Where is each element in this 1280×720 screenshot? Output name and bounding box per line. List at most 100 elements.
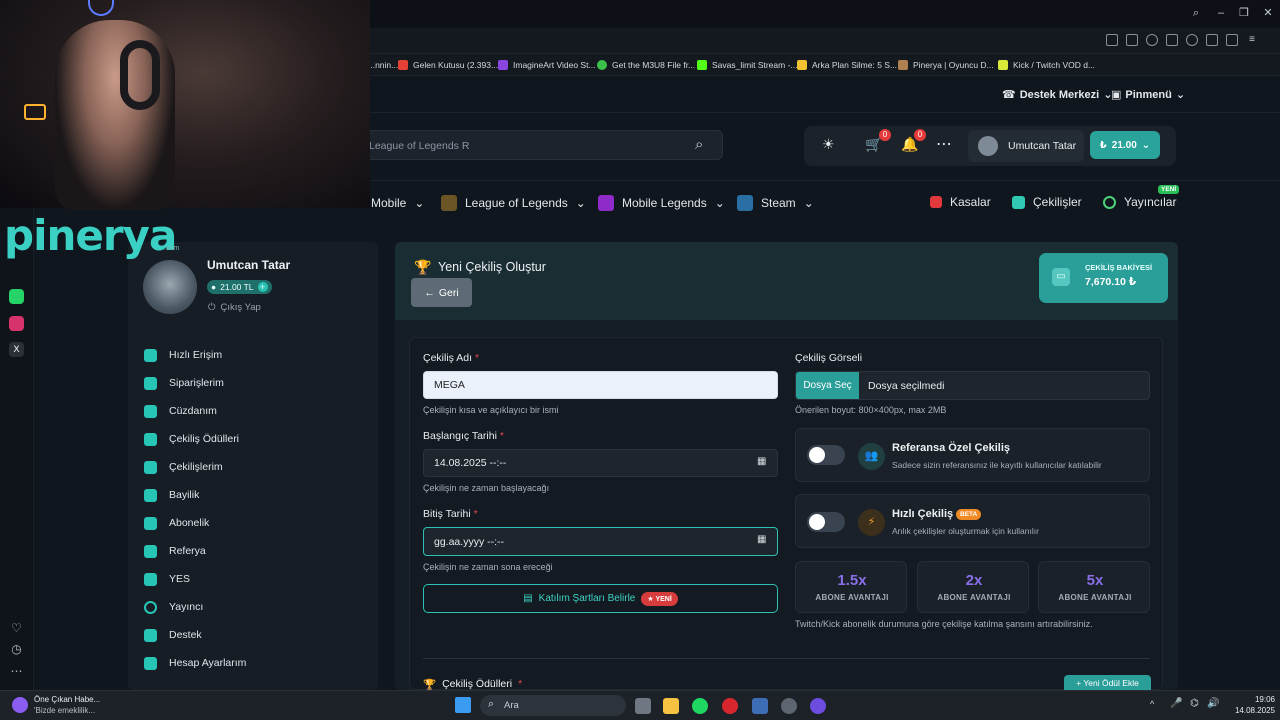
whatsapp-icon[interactable]: [9, 289, 24, 304]
user-menu[interactable]: Umutcan Tatar: [968, 130, 1084, 162]
x-icon[interactable]: X: [9, 342, 24, 357]
nav-steam[interactable]: Steam ⌄: [737, 195, 814, 211]
task-view-icon[interactable]: [635, 698, 651, 714]
bookmark-item[interactable]: Gelen Kutusu (2.393...: [398, 54, 498, 76]
sidebar-item-yes[interactable]: YES: [144, 569, 190, 589]
sidebar-item-subscription[interactable]: Abonelik: [144, 513, 209, 533]
calendar-icon[interactable]: ▦: [757, 456, 766, 467]
bookmark-item[interactable]: Arka Plan Silme: 5 S...: [797, 54, 897, 76]
nav-yayincilar[interactable]: Yayıncılar: [1103, 195, 1176, 209]
fast-raffle-toggle[interactable]: [807, 512, 845, 532]
sidebar-item-referya[interactable]: Referya: [144, 541, 206, 561]
end-date-input[interactable]: gg.aa.yyyy --:-- ▦: [423, 527, 778, 556]
download-icon[interactable]: [1206, 34, 1218, 46]
chevron-down-icon: ⌄: [414, 196, 425, 210]
broadcast-icon: [1103, 195, 1116, 209]
gmail-icon: [398, 60, 408, 70]
sidebar-item-streamer[interactable]: Yayıncı: [144, 597, 203, 617]
pinmenu-dropdown[interactable]: ▣ Pinmenü ⌄: [1111, 88, 1186, 102]
camera-icon[interactable]: [1126, 34, 1138, 46]
support-center-link[interactable]: ☎ Destek Merkezi ⌄: [1002, 88, 1112, 102]
spotify-icon[interactable]: [692, 698, 708, 714]
image-file-input[interactable]: Dosya Seç Dosya seçilmedi: [795, 371, 1150, 400]
sidebar-item-quick-access[interactable]: Hızlı Erişim: [144, 345, 222, 365]
sidebar-item-wallet[interactable]: Cüzdanım: [144, 401, 217, 421]
add-balance-button[interactable]: +: [257, 282, 268, 292]
maximize-button[interactable]: ❐: [1237, 6, 1251, 20]
nav-kasalar[interactable]: Kasalar: [930, 195, 991, 209]
menu-icon[interactable]: ≡: [1246, 34, 1258, 46]
sidebar-item-orders[interactable]: Siparişlerim: [144, 373, 224, 393]
search-input[interactable]: League of Legends R ⌕: [362, 130, 723, 160]
steam-icon[interactable]: [781, 698, 797, 714]
clock-time[interactable]: 19:06: [1235, 695, 1275, 704]
file-explorer-icon[interactable]: [663, 698, 679, 714]
more-icon[interactable]: ⋯: [9, 664, 24, 679]
instagram-icon[interactable]: [9, 316, 24, 331]
chevron-down-icon: ⌄: [1175, 89, 1186, 101]
app-icon[interactable]: [752, 698, 768, 714]
sidebar-item-support[interactable]: Destek: [144, 625, 202, 645]
calendar-icon[interactable]: ▦: [757, 534, 766, 545]
nav-league-of-legends[interactable]: League of Legends ⌄: [441, 195, 586, 211]
bookmark-item[interactable]: ImagineArt Video St...: [498, 54, 596, 76]
sidebar-item-raffle-rewards[interactable]: Çekiliş Ödülleri: [144, 429, 239, 449]
heart-icon[interactable]: ♡: [9, 621, 24, 636]
opera-icon[interactable]: [722, 698, 738, 714]
logout-icon: ⏻: [208, 302, 216, 313]
heart-icon[interactable]: [1186, 34, 1198, 46]
taskbar-search[interactable]: ⌕ Ara: [480, 695, 626, 716]
participation-terms-button[interactable]: ▤ Katılım Şartları Belirle ★ YENİ: [423, 584, 778, 613]
clock-date[interactable]: 14.08.2025: [1224, 706, 1275, 715]
nav-mobile-legends[interactable]: Mobile Legends ⌄: [598, 195, 725, 211]
multiplier-card[interactable]: 5x ABONE AVANTAJI: [1038, 561, 1150, 613]
search-icon[interactable]: ⌕: [695, 136, 703, 153]
sidebar-item-my-raffles[interactable]: Çekilişlerim: [144, 457, 223, 477]
site-logo[interactable]: pinerya: [4, 211, 177, 260]
minimize-button[interactable]: –: [1214, 6, 1228, 20]
microphone-icon[interactable]: 🎤: [1170, 698, 1182, 709]
app-icon[interactable]: [810, 698, 826, 714]
referral-only-toggle[interactable]: [807, 445, 845, 465]
network-icon[interactable]: ⌬: [1190, 698, 1199, 709]
close-button[interactable]: ✕: [1261, 6, 1275, 20]
bookmark-item[interactable]: Pinerya | Oyuncu D...: [898, 54, 994, 76]
lightning-icon: ⚡: [858, 509, 885, 536]
more-icon[interactable]: ⋯: [936, 134, 953, 154]
windows-taskbar: Öne Çıkan Habe... 'Bizde emeklilik... ⌕ …: [0, 690, 1280, 720]
referral-icon: [144, 544, 157, 558]
choose-file-button[interactable]: Dosya Seç: [796, 372, 859, 399]
bookmark-item[interactable]: Kick / Twitch VOD d...: [998, 54, 1095, 76]
box-icon: [930, 196, 942, 208]
bookmark-item[interactable]: Savas_limit Stream -...: [697, 54, 798, 76]
sidebar-item-account-settings[interactable]: Hesap Ayarlarım: [144, 653, 246, 673]
nav-cekilisler[interactable]: Çekilişler: [1012, 195, 1082, 209]
sidebar-item-dealership[interactable]: Bayilik: [144, 485, 199, 505]
search-icon[interactable]: ⌕: [1189, 6, 1203, 20]
crown-neon-icon: [24, 104, 46, 120]
news-widget-icon[interactable]: [12, 697, 28, 713]
profile-name: Umutcan Tatar: [207, 258, 291, 272]
add-reward-button[interactable]: + Yeni Ödül Ekle: [1064, 675, 1151, 690]
bookmark-item[interactable]: Get the M3U8 File fr...: [597, 54, 695, 76]
volume-icon[interactable]: 🔊: [1207, 698, 1219, 709]
windows-start-icon[interactable]: [455, 697, 471, 713]
logout-link[interactable]: ⏻ Çıkış Yap: [208, 302, 261, 313]
chevron-up-icon[interactable]: ^: [1150, 699, 1154, 709]
bookmark-item[interactable]: ...nnin...: [368, 54, 398, 76]
nav-mobile[interactable]: Mobile ⌄: [371, 196, 424, 210]
balance-button[interactable]: ₺ 21.00 ⌄: [1090, 131, 1160, 159]
start-date-input[interactable]: 14.08.2025 --:-- ▦: [423, 449, 778, 477]
raffle-name-input[interactable]: MEGA: [423, 371, 778, 399]
theme-toggle-icon[interactable]: ☀: [822, 136, 835, 153]
multiplier-card[interactable]: 1.5x ABONE AVANTAJI: [795, 561, 907, 613]
edit-icon[interactable]: [1106, 34, 1118, 46]
multiplier-card[interactable]: 2x ABONE AVANTAJI: [917, 561, 1029, 613]
back-button[interactable]: ← Geri: [411, 278, 472, 307]
clock-icon[interactable]: ◷: [9, 642, 24, 657]
send-icon[interactable]: [1166, 34, 1178, 46]
news-title[interactable]: Öne Çıkan Habe...: [34, 695, 100, 704]
shield-icon[interactable]: [1146, 34, 1158, 46]
reader-icon[interactable]: [1226, 34, 1238, 46]
name-hint: Çekilişin kısa ve açıklayıcı bir ismi: [423, 405, 559, 415]
